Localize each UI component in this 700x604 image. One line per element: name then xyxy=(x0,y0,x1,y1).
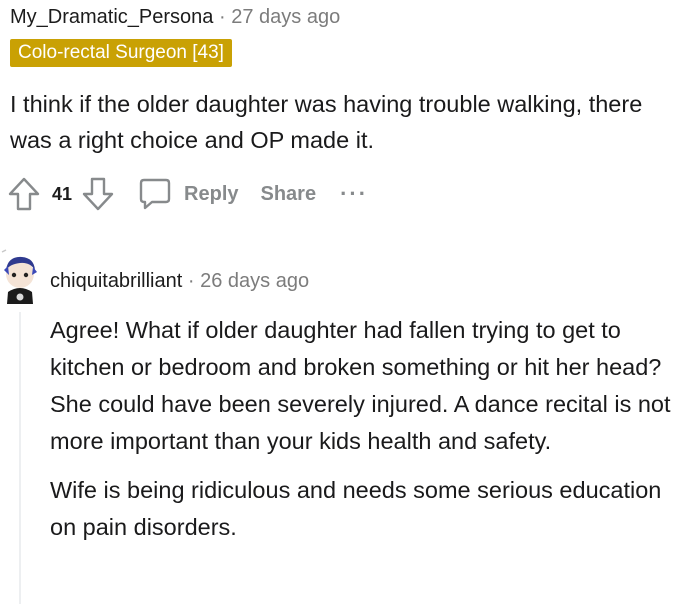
thread-line[interactable] xyxy=(19,312,21,604)
reply-label: Reply xyxy=(184,182,239,205)
reply-author-username[interactable]: chiquitabrilliant xyxy=(50,270,182,292)
comment-bubble-icon xyxy=(139,178,171,210)
comment-author-username[interactable]: My_Dramatic_Persona xyxy=(10,6,213,28)
reply-paragraph: Wife is being ridiculous and needs some … xyxy=(50,477,662,540)
reply-paragraph: Agree! What if older daughter had fallen… xyxy=(50,317,671,454)
meta-separator: · xyxy=(218,6,226,28)
reply-button[interactable]: Reply xyxy=(138,177,239,211)
user-flair-badge: Colo-rectal Surgeon [43] xyxy=(10,39,232,67)
upvote-arrow-icon xyxy=(8,177,40,211)
downvote-arrow-icon xyxy=(82,177,114,211)
user-avatar[interactable] xyxy=(0,248,40,306)
comment-action-bar: 41 Reply Share ··· xyxy=(8,174,368,214)
reply-header: chiquitabrilliant · 26 days ago xyxy=(50,268,309,294)
upvote-button[interactable] xyxy=(8,177,40,211)
more-dots-icon: ··· xyxy=(340,181,369,206)
reply-body: Agree! What if older daughter had fallen… xyxy=(50,312,690,546)
comment-body: I think if the older daughter was having… xyxy=(10,91,643,153)
downvote-button[interactable] xyxy=(82,177,114,211)
meta-separator: · xyxy=(187,270,195,292)
comment-header: My_Dramatic_Persona · 27 days ago xyxy=(10,4,340,30)
share-button[interactable]: Share xyxy=(261,183,317,206)
reply-timestamp[interactable]: 26 days ago xyxy=(200,270,309,292)
vote-count: 41 xyxy=(52,183,73,204)
more-options-button[interactable]: ··· xyxy=(340,181,369,206)
comment-timestamp[interactable]: 27 days ago xyxy=(231,6,340,28)
